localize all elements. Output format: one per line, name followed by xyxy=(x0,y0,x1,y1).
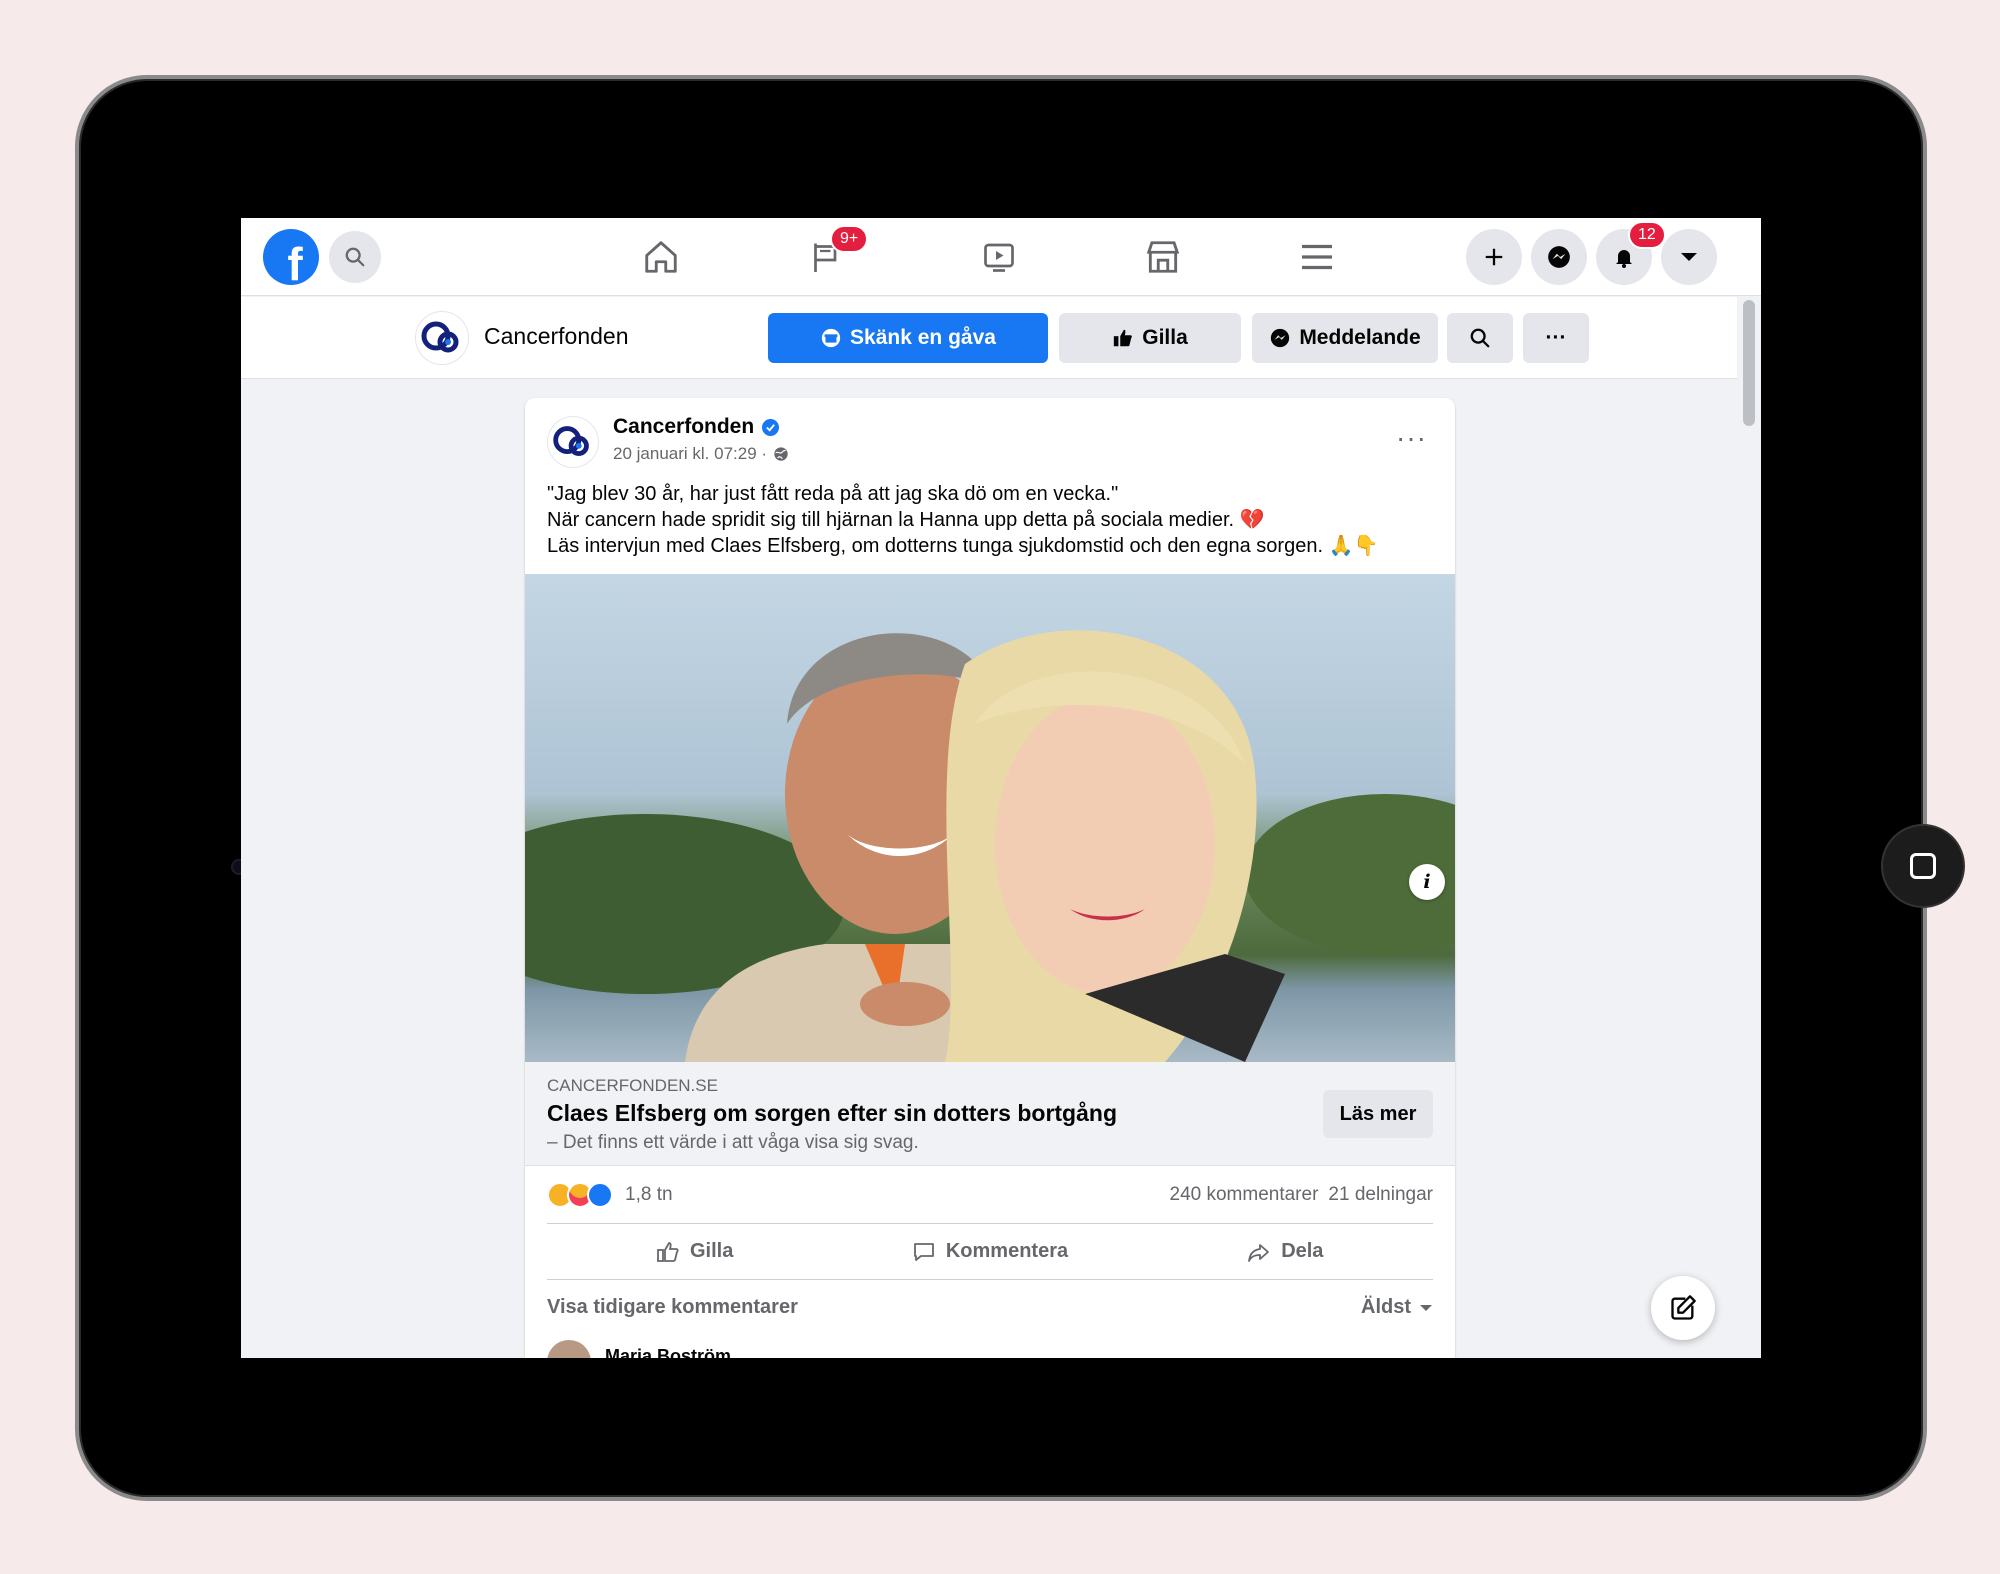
link-domain: CANCERFONDEN.SE xyxy=(547,1076,718,1095)
create-button[interactable] xyxy=(1466,229,1522,285)
caret-down-icon xyxy=(1420,1304,1432,1311)
thumbs-up-outline-icon xyxy=(657,1241,679,1262)
messenger-button[interactable] xyxy=(1531,229,1587,285)
home-icon xyxy=(645,241,677,273)
post-timestamp[interactable]: 20 januari kl. 07:29 · xyxy=(613,444,789,464)
bell-icon xyxy=(1616,250,1632,268)
caret-down-icon xyxy=(1681,253,1697,261)
like-page-button[interactable]: Gilla xyxy=(1059,313,1241,363)
like-reaction-icon xyxy=(587,1181,613,1208)
page-avatar[interactable] xyxy=(415,311,469,365)
comments-count[interactable]: 240 kommentarer xyxy=(1170,1184,1319,1206)
read-more-button[interactable]: Läs mer xyxy=(1323,1090,1433,1138)
reaction-icons xyxy=(547,1181,613,1208)
post-options-button[interactable]: ··· xyxy=(1396,424,1427,452)
post-card: Cancerfonden 20 januari kl. 07:29 · ··· … xyxy=(525,398,1455,1358)
messenger-icon xyxy=(1548,246,1570,268)
notifications-button[interactable]: 12 xyxy=(1596,221,1666,285)
like-post-label: Gilla xyxy=(689,1240,734,1262)
share-arrow-icon xyxy=(1248,1243,1270,1262)
video-icon xyxy=(984,243,1014,272)
comment-button[interactable]: Kommentera xyxy=(842,1224,1137,1279)
reactions-count: 1,8 tn xyxy=(625,1183,673,1205)
compose-icon xyxy=(1671,1295,1696,1320)
shop-icon xyxy=(1146,241,1180,273)
cancerfonden-logo xyxy=(421,321,459,353)
post-timestamp-text: 20 januari kl. 07:29 · xyxy=(613,444,768,463)
comment-sort-label: Äldst xyxy=(1361,1296,1411,1318)
more-dots-icon: ··· xyxy=(1545,326,1567,349)
home-square-icon xyxy=(1910,853,1936,879)
post-text-line: När cancern hade spridit sig till hjärna… xyxy=(547,509,1265,531)
link-preview[interactable]: CANCERFONDEN.SE Claes Elfsberg om sorgen… xyxy=(525,1062,1455,1166)
post-text: "Jag blev 30 år, har just fått reda på a… xyxy=(547,481,1437,559)
post-stats: 1,8 tn 240 kommentarer 21 delningar xyxy=(547,1166,1433,1224)
page-name[interactable]: Cancerfonden xyxy=(484,323,629,350)
comments-header: Visa tidigare kommentarer Äldst xyxy=(547,1296,1433,1319)
shares-count[interactable]: 21 delningar xyxy=(1328,1184,1433,1206)
thumbs-up-icon xyxy=(1114,329,1133,347)
share-button[interactable]: Dela xyxy=(1138,1224,1433,1279)
browser-screen: f 9+ 12 Cancerfonden Skänk en gåva Gilla… xyxy=(241,218,1761,1358)
pages-badge: 9+ xyxy=(830,225,869,253)
post-photo[interactable] xyxy=(525,574,1455,1062)
photo-illustration xyxy=(525,574,1455,1062)
message-button[interactable]: Meddelande xyxy=(1252,313,1438,363)
nav-watch[interactable] xyxy=(969,236,1029,278)
like-post-button[interactable]: Gilla xyxy=(547,1224,842,1279)
comment-icon xyxy=(913,1242,934,1261)
home-button[interactable] xyxy=(1881,824,1965,908)
comment-item: Maria Boström xyxy=(547,1340,731,1358)
post-author[interactable]: Cancerfonden xyxy=(613,415,780,439)
like-page-label: Gilla xyxy=(1142,326,1188,349)
page-search-button[interactable] xyxy=(1447,313,1513,363)
post-author-avatar[interactable] xyxy=(547,416,599,468)
cancerfonden-logo xyxy=(553,426,589,456)
messenger-icon xyxy=(1271,328,1290,348)
page-more-button[interactable]: ··· xyxy=(1523,313,1589,363)
view-previous-comments[interactable]: Visa tidigare kommentarer xyxy=(547,1296,798,1319)
search-button[interactable] xyxy=(329,231,381,283)
engagement-counts: 240 kommentarer 21 delningar xyxy=(1170,1184,1434,1206)
new-message-button[interactable] xyxy=(1651,1276,1715,1340)
search-icon xyxy=(345,247,365,267)
nav-marketplace[interactable] xyxy=(1133,236,1193,278)
link-title: Claes Elfsberg om sorgen efter sin dotte… xyxy=(547,1100,1117,1126)
page-header-bar: Cancerfonden Skänk en gåva Gilla Meddela… xyxy=(241,297,1737,379)
notifications-badge: 12 xyxy=(1628,221,1666,249)
nav-home[interactable] xyxy=(631,236,691,278)
plus-icon xyxy=(1485,248,1503,266)
page-scrollbar[interactable] xyxy=(1743,300,1755,426)
ad-info-button[interactable]: i xyxy=(1409,864,1445,900)
gift-icon xyxy=(821,328,841,348)
post-text-line: "Jag blev 30 år, har just fått reda på a… xyxy=(547,483,1119,505)
nav-pages[interactable]: 9+ xyxy=(796,225,869,278)
share-label: Dela xyxy=(1281,1240,1324,1262)
commenter-avatar[interactable] xyxy=(547,1340,591,1358)
hamburger-menu-icon xyxy=(1302,244,1332,270)
comment-label: Kommentera xyxy=(945,1240,1069,1262)
nav-menu[interactable] xyxy=(1287,236,1347,278)
post-text-line: Läs intervjun med Claes Elfsberg, om dot… xyxy=(547,535,1379,557)
post-author-name: Cancerfonden xyxy=(613,415,755,438)
donate-label: Skänk en gåva xyxy=(850,326,996,349)
search-icon xyxy=(1470,328,1490,348)
message-label: Meddelande xyxy=(1299,326,1421,349)
globe-icon xyxy=(774,447,788,461)
reactions-summary[interactable]: 1,8 tn xyxy=(547,1181,673,1208)
comment-sort-dropdown[interactable]: Äldst xyxy=(1361,1296,1433,1319)
top-navigation: f 9+ 12 xyxy=(241,218,1761,296)
donate-button[interactable]: Skänk en gåva xyxy=(768,313,1048,363)
account-menu-button[interactable] xyxy=(1661,229,1717,285)
commenter-name[interactable]: Maria Boström xyxy=(605,1346,731,1358)
link-description: – Det finns ett värde i att våga visa si… xyxy=(547,1132,919,1153)
facebook-logo[interactable]: f xyxy=(263,229,319,285)
verified-badge-icon xyxy=(762,418,780,436)
post-actions: Gilla Kommentera Dela xyxy=(547,1224,1433,1280)
